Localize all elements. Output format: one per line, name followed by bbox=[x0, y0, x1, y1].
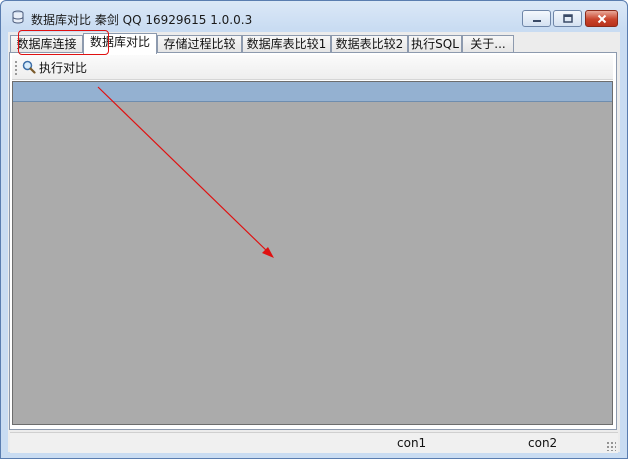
grid-header bbox=[13, 82, 612, 102]
resize-grip[interactable] bbox=[606, 441, 616, 451]
toolbar-grip[interactable] bbox=[15, 61, 17, 75]
annotation-highlight-box bbox=[18, 30, 109, 55]
tab-execute-sql[interactable]: 执行SQL bbox=[408, 35, 462, 53]
maximize-icon bbox=[562, 14, 573, 23]
tab-about[interactable]: 关于... bbox=[462, 35, 514, 53]
results-grid[interactable] bbox=[12, 81, 613, 425]
status-con1: con1 bbox=[397, 436, 427, 450]
status-bar: con1 con2 bbox=[10, 432, 618, 453]
tab-table-compare-2[interactable]: 数据表比较2 bbox=[331, 35, 408, 53]
status-con2: con2 bbox=[528, 436, 558, 450]
minimize-button[interactable] bbox=[522, 10, 551, 27]
tab-table-compare-1[interactable]: 数据库表比较1 bbox=[242, 35, 331, 53]
database-app-icon bbox=[12, 10, 24, 24]
run-compare-button[interactable]: 执行对比 bbox=[22, 58, 87, 76]
close-icon bbox=[597, 14, 606, 23]
tab-stored-procedure-compare[interactable]: 存储过程比较 bbox=[157, 35, 242, 53]
minimize-icon bbox=[532, 19, 541, 22]
magnifier-icon bbox=[22, 60, 36, 74]
client-area: 数据库连接 数据库对比 存储过程比较 数据库表比较1 数据表比较2 执行SQL … bbox=[8, 32, 620, 453]
app-window: 数据库对比 秦剑 QQ 16929615 1.0.0.3 数据库连接 数据库对比… bbox=[0, 0, 628, 459]
title-bar[interactable]: 数据库对比 秦剑 QQ 16929615 1.0.0.3 bbox=[1, 1, 627, 31]
compare-tab-page: 执行对比 bbox=[9, 52, 617, 430]
window-title: 数据库对比 秦剑 QQ 16929615 1.0.0.3 bbox=[31, 13, 253, 27]
toolbar: 执行对比 bbox=[12, 55, 613, 80]
run-compare-label: 执行对比 bbox=[39, 60, 88, 75]
maximize-button[interactable] bbox=[553, 10, 582, 27]
close-button[interactable] bbox=[585, 10, 618, 27]
